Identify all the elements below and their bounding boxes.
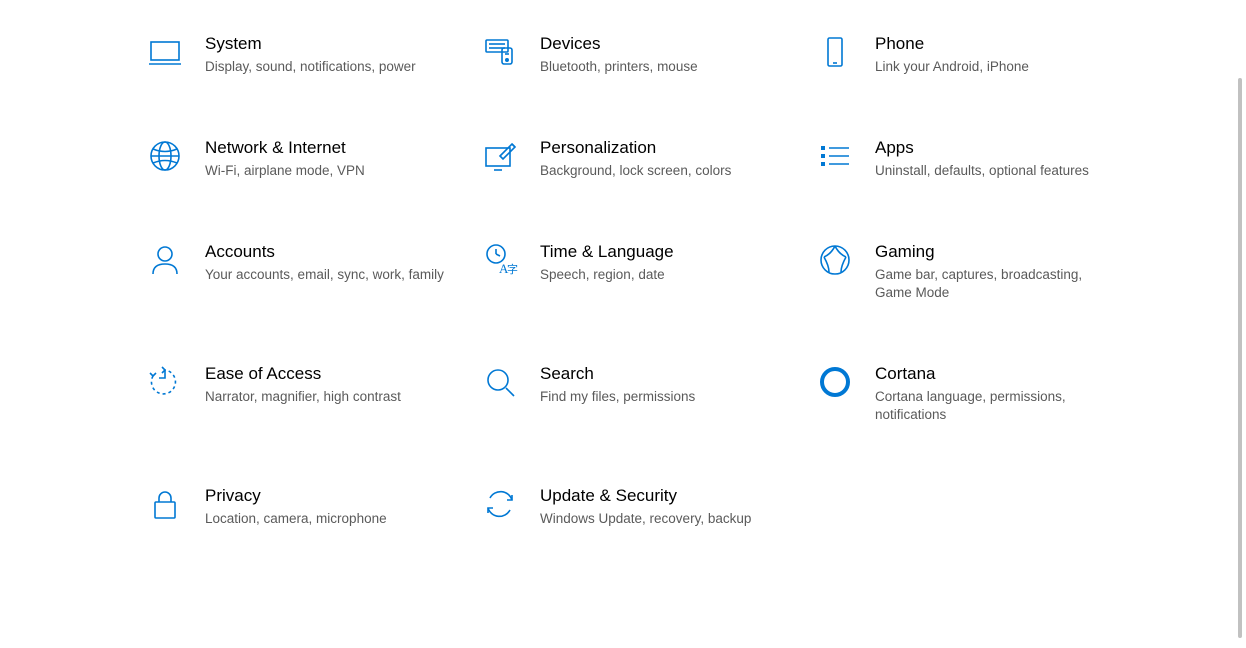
settings-item-desc: Speech, region, date [540, 266, 674, 284]
settings-item-title: Time & Language [540, 242, 674, 262]
accounts-icon [145, 242, 185, 282]
settings-item-devices[interactable]: Devices Bluetooth, printers, mouse [480, 28, 815, 82]
settings-item-title: Update & Security [540, 486, 751, 506]
settings-item-time-language[interactable]: A字 Time & Language Speech, region, date [480, 236, 815, 308]
settings-item-search[interactable]: Search Find my files, permissions [480, 358, 815, 430]
devices-icon [480, 34, 520, 74]
personalization-icon [480, 138, 520, 178]
settings-item-gaming[interactable]: Gaming Game bar, captures, broadcasting,… [815, 236, 1150, 308]
settings-item-title: Phone [875, 34, 1029, 54]
settings-item-title: Ease of Access [205, 364, 401, 384]
scrollbar[interactable] [1238, 78, 1242, 638]
ease-of-access-icon [145, 364, 185, 404]
settings-item-desc: Uninstall, defaults, optional features [875, 162, 1089, 180]
time-language-icon: A字 [480, 242, 520, 282]
settings-item-apps[interactable]: Apps Uninstall, defaults, optional featu… [815, 132, 1150, 186]
system-icon [145, 34, 185, 74]
phone-icon [815, 34, 855, 74]
settings-item-phone[interactable]: Phone Link your Android, iPhone [815, 28, 1150, 82]
settings-item-title: Network & Internet [205, 138, 365, 158]
settings-item-title: Cortana [875, 364, 1115, 384]
search-icon [480, 364, 520, 404]
settings-item-desc: Find my files, permissions [540, 388, 695, 406]
settings-item-ease-of-access[interactable]: Ease of Access Narrator, magnifier, high… [145, 358, 480, 430]
settings-item-title: Devices [540, 34, 698, 54]
privacy-icon [145, 486, 185, 526]
svg-text:字: 字 [507, 262, 518, 276]
settings-item-title: Privacy [205, 486, 387, 506]
settings-item-desc: Cortana language, permissions, notificat… [875, 388, 1115, 424]
settings-item-accounts[interactable]: Accounts Your accounts, email, sync, wor… [145, 236, 480, 308]
settings-item-desc: Narrator, magnifier, high contrast [205, 388, 401, 406]
settings-item-title: Accounts [205, 242, 444, 262]
update-security-icon [480, 486, 520, 526]
settings-item-cortana[interactable]: Cortana Cortana language, permissions, n… [815, 358, 1150, 430]
settings-item-desc: Link your Android, iPhone [875, 58, 1029, 76]
settings-item-update-security[interactable]: Update & Security Windows Update, recove… [480, 480, 815, 534]
settings-item-title: Search [540, 364, 695, 384]
settings-item-desc: Bluetooth, printers, mouse [540, 58, 698, 76]
settings-item-title: System [205, 34, 416, 54]
settings-item-system[interactable]: System Display, sound, notifications, po… [145, 28, 480, 82]
settings-item-desc: Windows Update, recovery, backup [540, 510, 751, 528]
settings-item-title: Personalization [540, 138, 731, 158]
apps-icon [815, 138, 855, 178]
settings-item-desc: Your accounts, email, sync, work, family [205, 266, 444, 284]
settings-item-desc: Background, lock screen, colors [540, 162, 731, 180]
network-icon [145, 138, 185, 178]
settings-item-personalization[interactable]: Personalization Background, lock screen,… [480, 132, 815, 186]
settings-item-privacy[interactable]: Privacy Location, camera, microphone [145, 480, 480, 534]
gaming-icon [815, 242, 855, 282]
settings-item-desc: Display, sound, notifications, power [205, 58, 416, 76]
settings-item-title: Gaming [875, 242, 1115, 262]
settings-item-desc: Game bar, captures, broadcasting, Game M… [875, 266, 1115, 302]
cortana-icon [815, 364, 855, 404]
settings-item-title: Apps [875, 138, 1089, 158]
settings-item-desc: Wi-Fi, airplane mode, VPN [205, 162, 365, 180]
settings-grid: System Display, sound, notifications, po… [0, 0, 1246, 534]
settings-item-network[interactable]: Network & Internet Wi-Fi, airplane mode,… [145, 132, 480, 186]
settings-item-desc: Location, camera, microphone [205, 510, 387, 528]
